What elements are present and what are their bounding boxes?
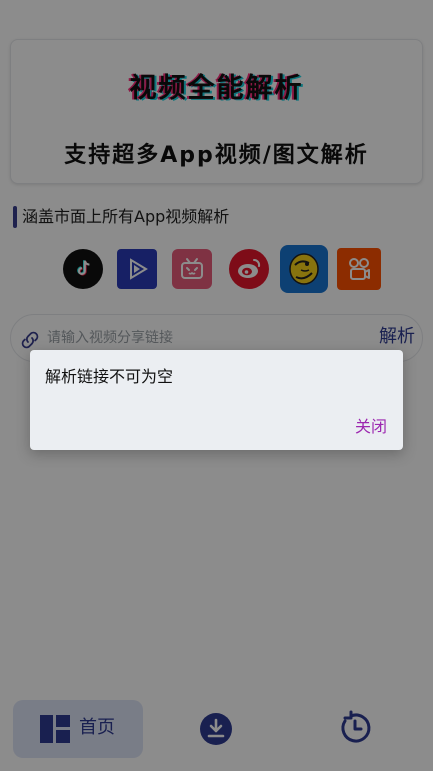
close-button[interactable]: 关闭	[348, 414, 394, 440]
alert-dialog: 解析链接不可为空 关闭	[30, 350, 403, 450]
dialog-message: 解析链接不可为空	[45, 367, 174, 386]
